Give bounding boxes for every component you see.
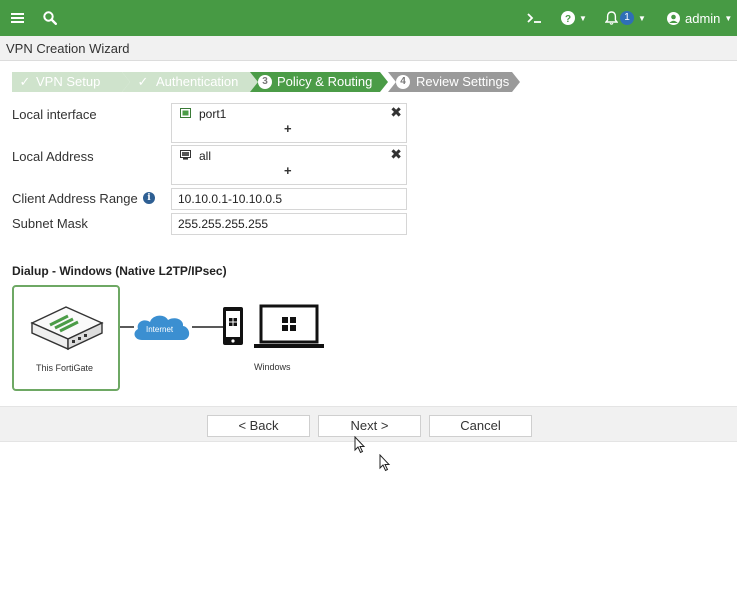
internet-label: Internet [146,325,174,334]
info-icon[interactable]: i [143,192,155,204]
bell-icon [605,11,618,25]
local-address-value: all [199,149,212,163]
step-number-badge: 3 [258,75,272,89]
mouse-cursor-icon [354,436,366,454]
chevron-down-icon: ▼ [638,13,646,23]
remove-icon[interactable]: ✖ [390,146,402,163]
help-icon: ? [561,11,575,25]
subnet-mask-label: Subnet Mask [12,216,88,231]
help-menu[interactable]: ? ▼ [561,0,587,36]
step-label: Policy & Routing [277,74,373,89]
top-navigation-bar: ? ▼ 1 ▼ admin ▼ [0,0,737,36]
step-label: Review Settings [416,74,510,89]
local-address-field[interactable]: all ✖ + [171,145,407,185]
local-interface-value: port1 [199,107,227,121]
client-address-range-label: Client Address Range [12,191,138,206]
window-title: VPN Creation Wizard [6,41,130,56]
cancel-button[interactable]: Cancel [429,415,532,437]
cli-console-icon[interactable] [527,0,542,36]
local-interface-field[interactable]: port1 ✖ + [171,103,407,143]
user-avatar-icon [667,11,680,25]
subnet-mask-input[interactable] [171,213,407,235]
notification-count-badge: 1 [620,11,634,25]
user-menu[interactable]: admin ▼ [667,0,732,36]
back-button[interactable]: < Back [207,415,310,437]
local-address-label: Local Address [12,149,94,164]
windows-client-label: Windows [254,362,291,372]
fortigate-label: This FortiGate [36,363,94,373]
laptop-windows-icon [254,304,324,348]
svg-text:?: ? [565,14,571,25]
remove-icon[interactable]: ✖ [390,104,402,121]
address-object-icon [180,150,191,160]
client-address-range-input[interactable] [171,188,407,210]
step-number-badge: 4 [396,75,410,89]
fortigate-appliance-icon [30,306,104,351]
mouse-cursor-icon [379,454,391,472]
add-address-button[interactable]: + [284,163,292,178]
notifications-menu[interactable]: 1 ▼ [605,0,646,36]
chevron-down-icon: ▼ [724,13,733,23]
step-label: VPN Setup [36,74,101,89]
mobile-phone-icon [223,307,243,345]
check-icon: ✓ [19,74,31,89]
fortigate-device-box: This FortiGate [12,285,120,391]
menu-icon[interactable] [11,0,24,36]
step-label: Authentication [156,74,239,89]
local-interface-label: Local interface [12,107,97,122]
add-interface-button[interactable]: + [284,121,292,136]
window-title-bar: VPN Creation Wizard [0,36,737,61]
next-button[interactable]: Next > [318,415,421,437]
network-port-icon [180,108,191,118]
diagram-title: Dialup - Windows (Native L2TP/IPsec) [12,264,227,278]
chevron-down-icon: ▼ [579,13,587,23]
search-icon[interactable] [43,0,57,36]
user-name: admin [685,10,721,26]
wizard-footer: < Back Next > Cancel [0,406,737,442]
check-icon: ✓ [137,74,149,89]
